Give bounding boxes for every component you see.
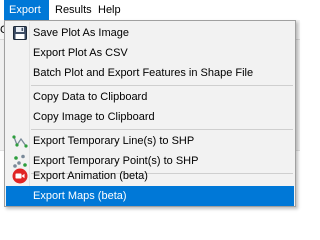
menu-item-batch-plot-export[interactable]: Batch Plot and Export Features in Shape … <box>6 63 294 83</box>
menu-export[interactable]: Export <box>4 0 49 20</box>
video-camera-icon <box>12 168 28 184</box>
menu-item-export-plot-as-csv[interactable]: Export Plot As CSV <box>6 43 294 63</box>
menu-results[interactable]: Results <box>50 0 97 20</box>
menu-bar: Export Results Help <box>0 0 300 20</box>
menu-item-copy-data-to-clipboard[interactable]: Copy Data to Clipboard <box>6 87 294 107</box>
menu-item-label: Export Animation (beta) <box>33 170 148 182</box>
line-shape-icon <box>12 133 28 149</box>
menu-item-label: Export Temporary Line(s) to SHP <box>33 135 195 147</box>
floppy-disk-icon <box>12 25 28 41</box>
menu-item-save-plot-as-image[interactable]: Save Plot As Image <box>6 23 294 43</box>
menu-item-copy-image-to-clipboard[interactable]: Copy Image to Clipboard <box>6 107 294 127</box>
export-dropdown-menu: Save Plot As Image Export Plot As CSV Ba… <box>4 20 296 207</box>
menu-item-label: Export Plot As CSV <box>33 47 128 59</box>
menu-item-label: Export Maps (beta) <box>33 190 127 202</box>
menu-item-label: Batch Plot and Export Features in Shape … <box>33 67 254 79</box>
menu-item-label: Copy Image to Clipboard <box>33 111 155 123</box>
menu-item-export-maps[interactable]: Export Maps (beta) <box>6 186 294 206</box>
menu-separator <box>31 85 293 86</box>
menu-separator <box>31 129 293 130</box>
menu-item-export-animation[interactable]: Export Animation (beta) <box>6 166 294 186</box>
menu-item-export-temporary-lines[interactable]: Export Temporary Line(s) to SHP <box>6 131 294 151</box>
menu-help[interactable]: Help <box>93 0 126 20</box>
menu-item-label: Save Plot As Image <box>33 27 129 39</box>
app-window: C Export Results Help Save Plot As Image… <box>0 0 300 211</box>
menu-item-label: Copy Data to Clipboard <box>33 91 148 103</box>
